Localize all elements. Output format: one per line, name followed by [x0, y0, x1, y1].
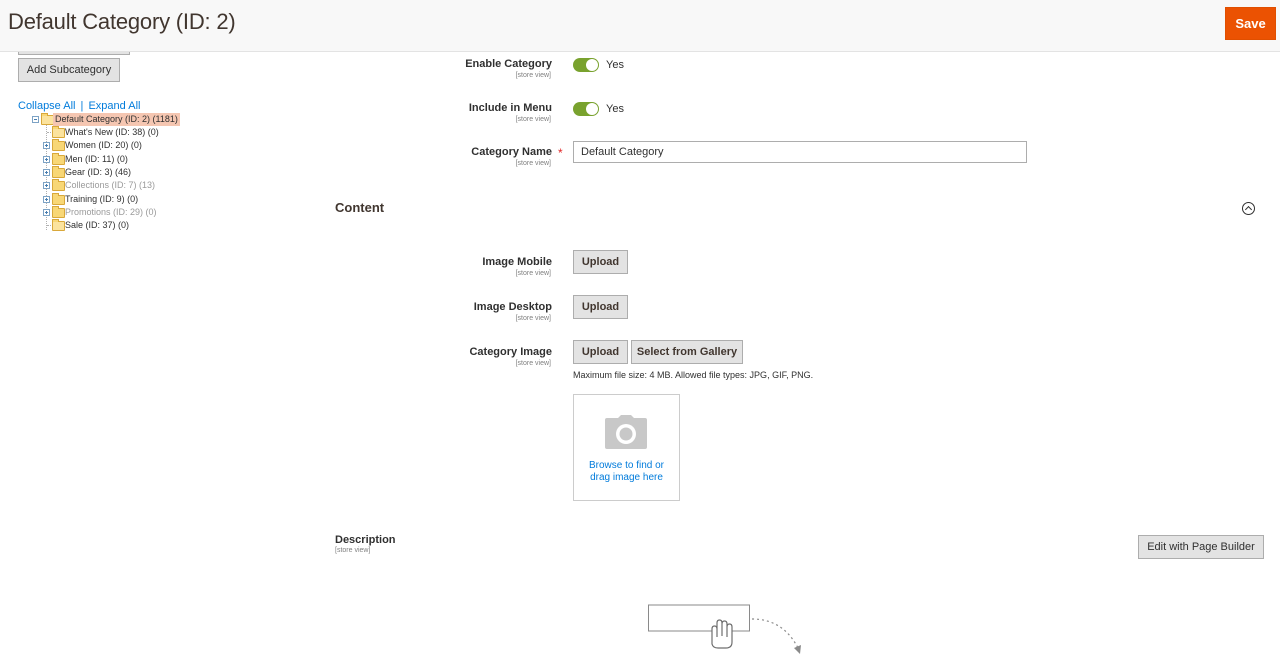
category-image-label: Category Image	[469, 346, 552, 358]
image-desktop-upload-button[interactable]: Upload	[573, 295, 628, 319]
image-desktop-label: Image Desktop	[473, 301, 552, 313]
edit-with-page-builder-button[interactable]: Edit with Page Builder	[1138, 535, 1264, 559]
expand-toggle-icon[interactable]	[43, 142, 50, 149]
folder-icon	[52, 219, 65, 231]
select-from-gallery-button[interactable]: Select from Gallery	[631, 340, 743, 364]
tree-controls-separator: |	[80, 100, 84, 112]
save-button[interactable]: Save	[1225, 7, 1276, 40]
expand-toggle-icon[interactable]	[43, 182, 50, 189]
expand-toggle-icon[interactable]	[43, 156, 50, 163]
description-scope: [store view]	[335, 547, 371, 554]
category-image-scope: [store view]	[515, 360, 551, 367]
collapse-toggle-icon[interactable]	[32, 116, 39, 123]
collapse-section-icon[interactable]	[1242, 202, 1255, 215]
folder-icon	[52, 193, 65, 205]
include-in-menu-label: Include in Menu	[468, 102, 552, 114]
category-name-input[interactable]	[573, 141, 1027, 163]
folder-icon	[52, 179, 65, 191]
content-section-title[interactable]: Content	[335, 200, 384, 215]
category-image-upload-button[interactable]: Upload	[573, 340, 628, 364]
folder-icon	[52, 166, 65, 178]
image-dropzone[interactable]: Browse to find or drag image here	[573, 394, 680, 501]
folder-icon	[52, 153, 65, 165]
category-name-scope: [store view]	[515, 160, 551, 167]
enable-category-toggle[interactable]	[573, 58, 599, 72]
tree-node-label[interactable]: What's New (ID: 38) (0)	[65, 126, 159, 139]
tree-node-label[interactable]: Sale (ID: 37) (0)	[65, 219, 129, 232]
camera-icon	[605, 415, 647, 449]
image-mobile-label: Image Mobile	[482, 256, 552, 268]
folder-icon	[52, 206, 65, 218]
tree-node-label[interactable]: Promotions (ID: 29) (0)	[65, 206, 157, 219]
tree-controls: Collapse All | Expand All	[18, 100, 140, 112]
enable-category-value: Yes	[606, 59, 624, 71]
image-mobile-upload-button[interactable]: Upload	[573, 250, 628, 274]
enable-category-label: Enable Category	[465, 58, 552, 70]
add-subcategory-button[interactable]: Add Subcategory	[18, 58, 120, 82]
expand-all-link[interactable]: Expand All	[88, 100, 140, 112]
page-header: Default Category (ID: 2) Save	[0, 0, 1280, 52]
category-name-label: Category Name	[471, 146, 552, 158]
dropzone-text-line2: drag image here	[590, 472, 663, 483]
tree-node-label[interactable]: Default Category (ID: 2) (1181)	[53, 113, 180, 126]
tree-node-label[interactable]: Gear (ID: 3) (46)	[65, 166, 131, 179]
file-size-note: Maximum file size: 4 MB. Allowed file ty…	[573, 370, 814, 380]
collapse-all-link[interactable]: Collapse All	[18, 100, 75, 112]
toggle-knob	[586, 103, 598, 115]
image-desktop-scope: [store view]	[515, 315, 551, 322]
image-mobile-scope: [store view]	[515, 270, 551, 277]
drag-drop-illustration-icon	[648, 604, 801, 654]
required-asterisk: *	[558, 146, 563, 160]
expand-toggle-icon[interactable]	[43, 209, 50, 216]
include-in-menu-scope: [store view]	[515, 116, 551, 123]
expand-toggle-icon[interactable]	[43, 169, 50, 176]
tree-node-label[interactable]: Men (ID: 11) (0)	[65, 153, 128, 166]
include-in-menu-toggle[interactable]	[573, 102, 599, 116]
tree-node-label[interactable]: Women (ID: 20) (0)	[65, 139, 142, 152]
expand-toggle-icon[interactable]	[43, 196, 50, 203]
dropzone-text[interactable]: Browse to find or drag image here	[574, 460, 679, 484]
description-label: Description	[335, 534, 396, 546]
enable-category-scope: [store view]	[515, 72, 551, 79]
include-in-menu-value: Yes	[606, 103, 624, 115]
dropzone-text-line1: Browse to find or	[588, 460, 665, 471]
toggle-knob	[586, 59, 598, 71]
folder-icon	[52, 139, 65, 151]
tree-node-label[interactable]: Collections (ID: 7) (13)	[65, 179, 155, 192]
tree-node-label[interactable]: Training (ID: 9) (0)	[65, 193, 138, 206]
folder-icon	[52, 126, 65, 138]
page-title: Default Category (ID: 2)	[8, 9, 236, 34]
